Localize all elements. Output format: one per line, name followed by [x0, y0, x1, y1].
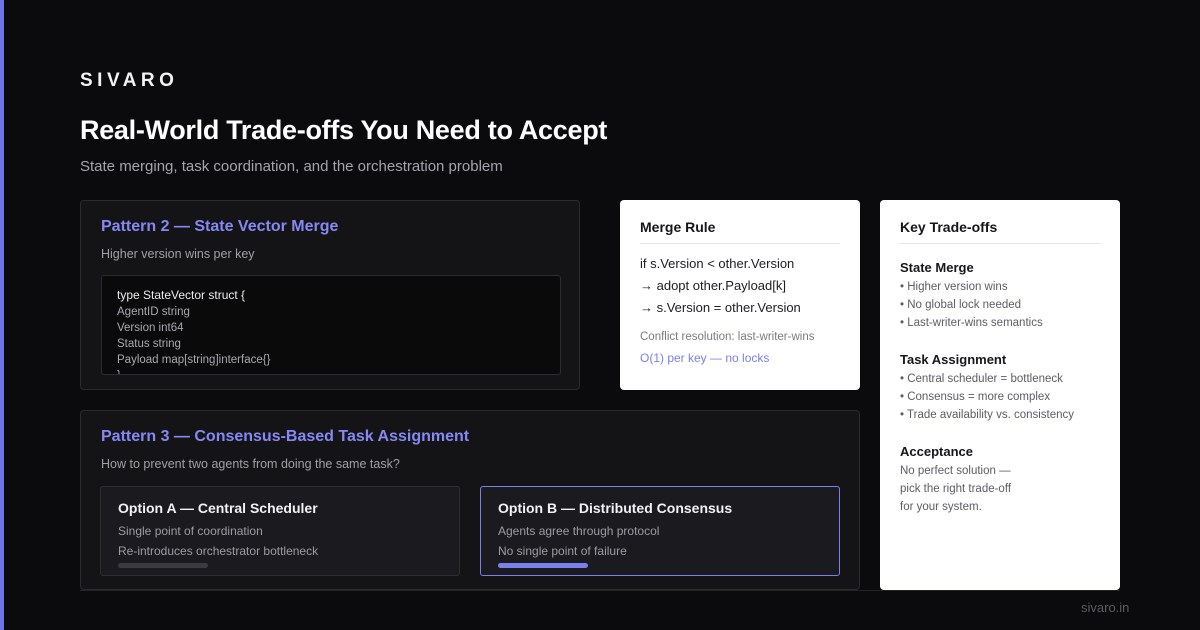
- code-block: type StateVector struct { AgentID string…: [101, 275, 561, 375]
- code-line: Version int64: [117, 322, 184, 334]
- merge-rule-card: Merge Rule if s.Version < other.Version …: [620, 200, 860, 390]
- merge-rule-title: Merge Rule: [640, 219, 716, 235]
- state-merge-item: • No global lock needed: [900, 299, 1022, 311]
- footer-domain: sivaro.in: [1081, 600, 1130, 615]
- option-a-line: Re-introduces orchestrator bottleneck: [118, 544, 319, 558]
- option-b-bar: [498, 563, 588, 568]
- option-a-bar: [118, 563, 208, 568]
- pattern3-title: Pattern 3 — Consensus-Based Task Assignm…: [101, 428, 470, 445]
- page-title: Real-World Trade-offs You Need to Accept: [80, 115, 608, 145]
- acceptance-line: No perfect solution —: [900, 465, 1011, 477]
- divider: [900, 243, 1100, 244]
- task-assignment-item: • Trade availability vs. consistency: [900, 409, 1075, 421]
- code-line: type StateVector struct {: [117, 288, 246, 302]
- code-line: Payload map[string]interface{}: [117, 354, 271, 366]
- option-b-title: Option B — Distributed Consensus: [498, 500, 733, 516]
- tradeoffs-title: Key Trade-offs: [900, 219, 998, 235]
- option-b-line: Agents agree through protocol: [498, 524, 660, 538]
- pattern2-panel: Pattern 2 — State Vector Merge Higher ve…: [80, 200, 580, 390]
- page-subtitle: State merging, task coordination, and th…: [80, 158, 503, 175]
- pattern2-subtitle: Higher version wins per key: [101, 247, 255, 261]
- state-merge-item: • Last-writer-wins semantics: [900, 317, 1043, 329]
- option-a-card: Option A — Central Scheduler Single poin…: [100, 486, 460, 576]
- merge-rule-line: if s.Version < other.Version: [640, 256, 795, 271]
- acceptance-line: pick the right trade-off: [900, 483, 1012, 495]
- acceptance-heading: Acceptance: [900, 444, 973, 459]
- merge-rule-note: Conflict resolution: last-writer-wins: [640, 331, 815, 343]
- pattern2-title: Pattern 2 — State Vector Merge: [101, 218, 339, 235]
- code-line: AgentID string: [117, 306, 190, 318]
- state-merge-item: • Higher version wins: [900, 281, 1008, 293]
- task-assignment-item: • Central scheduler = bottleneck: [900, 373, 1063, 385]
- state-merge-heading: State Merge: [900, 260, 974, 275]
- footer-divider: [80, 590, 1120, 591]
- merge-rule-line: → adopt other.Payload[k]: [640, 278, 786, 293]
- option-b-card: Option B — Distributed Consensus Agents …: [480, 486, 840, 576]
- pattern3-panel: Pattern 3 — Consensus-Based Task Assignm…: [80, 410, 860, 590]
- key-tradeoffs-card: Key Trade-offs State Merge • Higher vers…: [880, 200, 1120, 590]
- task-assignment-heading: Task Assignment: [900, 352, 1007, 367]
- code-line: Status string: [117, 338, 181, 350]
- option-b-line: No single point of failure: [498, 544, 627, 558]
- code-line: }: [117, 368, 545, 374]
- option-a-title: Option A — Central Scheduler: [118, 500, 318, 516]
- divider: [640, 243, 840, 244]
- option-a-line: Single point of coordination: [118, 524, 263, 538]
- pattern3-subtitle: How to prevent two agents from doing the…: [101, 457, 400, 471]
- brand-logo: SIVARO: [80, 70, 179, 91]
- acceptance-line: for your system.: [900, 501, 982, 513]
- merge-rule-highlight: O(1) per key — no locks: [640, 351, 770, 365]
- merge-rule-line: → s.Version = other.Version: [640, 300, 801, 315]
- accent-bar: [0, 0, 4, 630]
- task-assignment-item: • Consensus = more complex: [900, 391, 1051, 403]
